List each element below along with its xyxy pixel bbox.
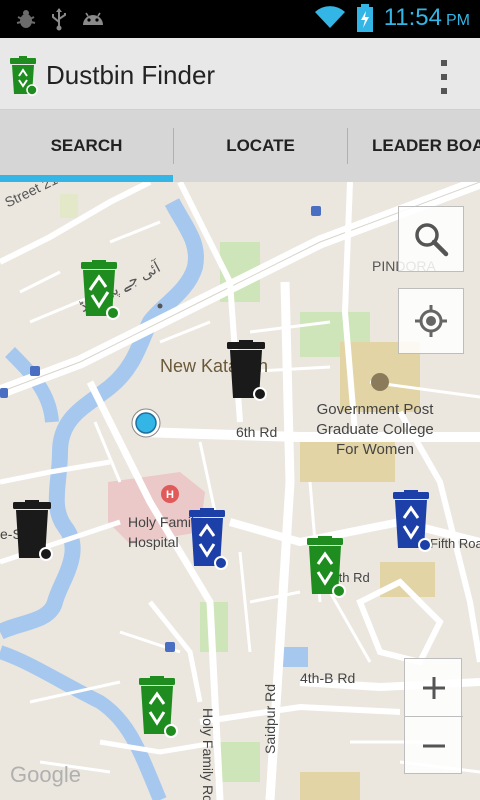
zoom-in-button[interactable]	[405, 659, 463, 717]
clock: 11:54 PM	[384, 4, 470, 32]
tab-bar: SEARCH LOCATE LEADER BOARD	[0, 110, 480, 182]
bin-marker-green[interactable]	[306, 536, 348, 598]
map-label-govt-college: Government Post Graduate College For Wom…	[316, 401, 434, 458]
wifi-icon	[314, 6, 345, 29]
usb-icon	[52, 8, 66, 31]
bin-marker-green[interactable]	[80, 260, 120, 320]
zoom-controls	[404, 658, 463, 775]
my-location-icon	[415, 305, 447, 337]
map-search-button[interactable]	[398, 206, 464, 272]
app-title: Dustbin Finder	[46, 60, 216, 90]
plus-icon	[423, 676, 445, 699]
tab-locate[interactable]: LOCATE	[174, 110, 347, 182]
my-location-dot	[131, 408, 161, 438]
map-label-4th-b-rd: 4th-B Rd	[300, 670, 356, 686]
battery-charging-icon	[356, 4, 373, 32]
clock-time: 11:54	[383, 4, 442, 31]
map-label-fifth-road: Fifth Road	[430, 536, 480, 551]
clock-ampm: PM	[446, 12, 470, 29]
map-label-saidpur-rd: Saidpur Rd	[262, 683, 278, 754]
svg-text:H: H	[166, 489, 174, 501]
overflow-menu-icon[interactable]	[438, 60, 450, 94]
recycle-bin-icon[interactable]	[10, 56, 38, 96]
search-icon	[415, 223, 449, 257]
android-icon	[83, 12, 103, 25]
zoom-out-button[interactable]	[405, 717, 463, 775]
tab-leader-board[interactable]: LEADER BOARD	[348, 110, 480, 182]
map-label-6th-rd: 6th Rd	[236, 424, 278, 440]
status-bar: 11:54 PM	[0, 0, 480, 38]
bin-marker-green[interactable]	[138, 676, 180, 738]
minus-icon	[423, 744, 445, 748]
map-label-holy-family-rd: Holy Family Rd	[200, 708, 216, 800]
tab-search[interactable]: SEARCH	[0, 110, 173, 182]
bug-icon	[16, 10, 36, 28]
bin-marker-blue[interactable]	[392, 490, 434, 552]
action-bar: Dustbin Finder	[0, 38, 480, 110]
bin-marker-black[interactable]	[226, 340, 270, 402]
tab-selected-indicator	[0, 175, 173, 182]
bin-marker-blue[interactable]	[188, 508, 230, 570]
bin-marker-black[interactable]	[12, 500, 56, 562]
google-logo: Google	[10, 762, 81, 787]
my-location-button[interactable]	[398, 288, 464, 354]
map-view[interactable]: H Street 21 PINDORA آئی جے پی روڈ New Ka…	[0, 182, 480, 800]
